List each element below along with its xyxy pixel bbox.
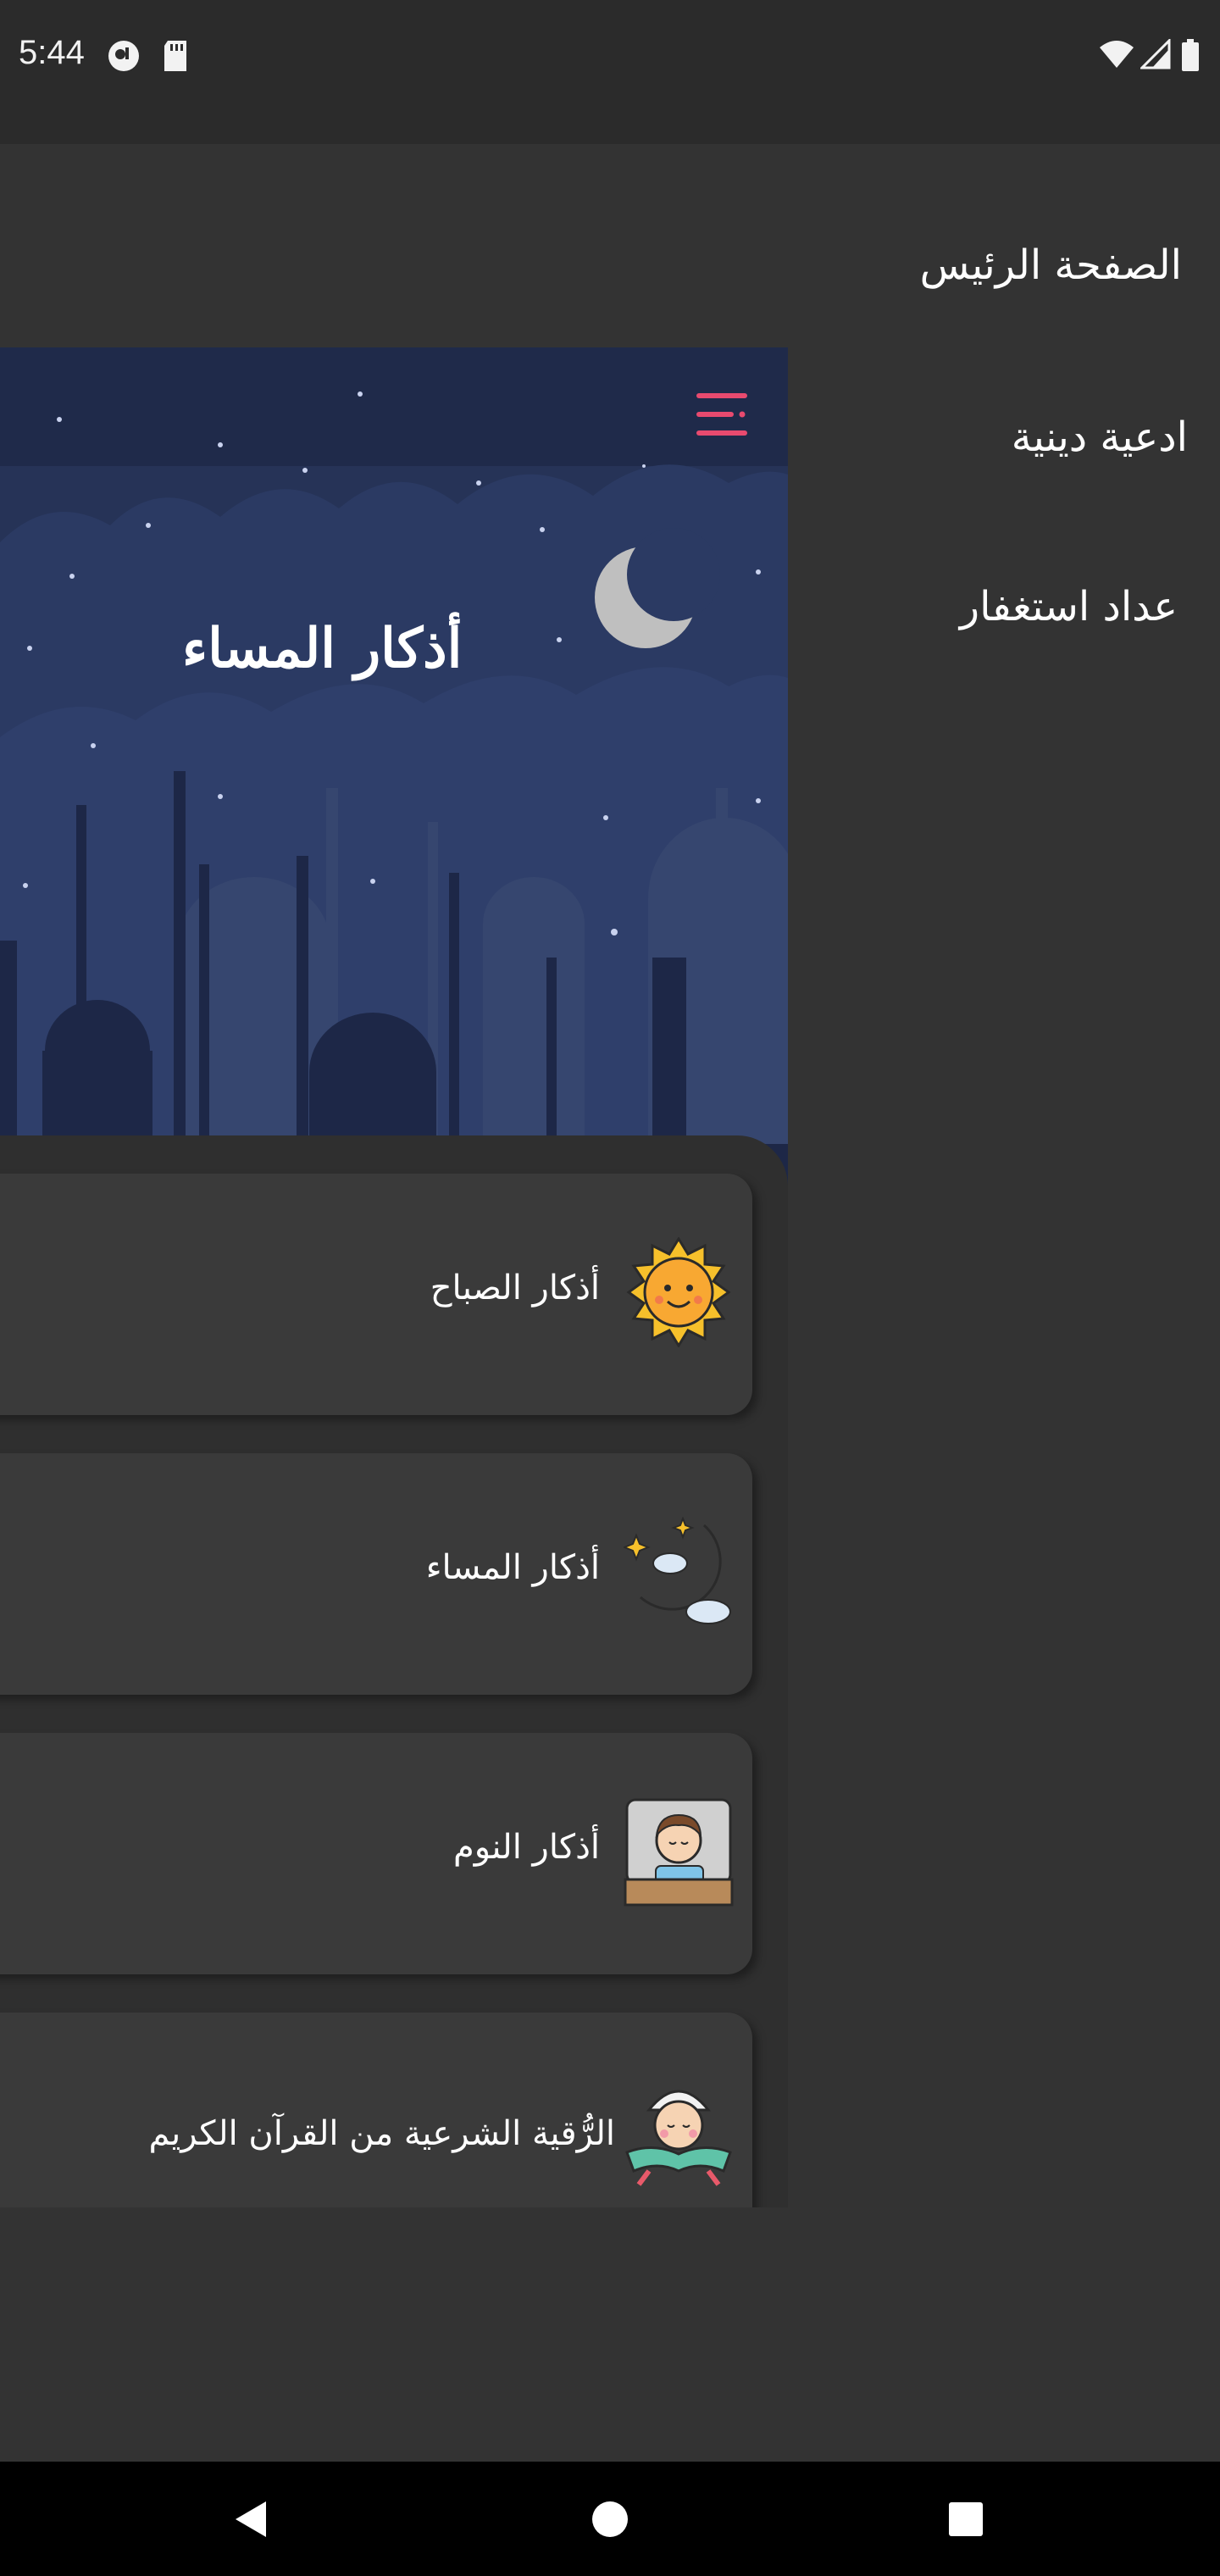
back-button[interactable] [201,2462,302,2576]
hero-title: أذكار المساء [182,617,463,680]
home-button[interactable] [559,2462,661,2576]
sun-icon [624,1236,734,1348]
hero-banner: أذكار المساء [0,347,788,1186]
app-notification-icon [107,39,141,76]
system-navigation-bar [0,2462,1220,2576]
wifi-icon [1098,39,1135,73]
main-content-panel[interactable]: أذكار المساء أذكار الصباح أذكار المساء أ… [0,347,788,2207]
menu-item-religious-prayers[interactable]: ادعية دينية [1012,414,1188,461]
card-label: أذكار الصباح [430,1269,600,1307]
card-label: أذكار المساء [425,1548,600,1587]
list-item-evening-azkar[interactable]: أذكار المساء [0,1453,752,1695]
menu-hamburger-icon[interactable] [688,386,756,446]
signal-icon [1139,37,1171,73]
list-item-sleep-azkar[interactable]: أذكار النوم [0,1733,752,1974]
battery-icon [1181,39,1200,75]
quran-reader-icon [624,2076,734,2186]
list-item-morning-azkar[interactable]: أذكار الصباح [0,1174,752,1415]
moon-icon [622,1516,734,1627]
card-label: أذكار النوم [453,1828,600,1867]
menu-item-home[interactable]: الصفحة الرئيس [920,242,1182,289]
sd-card-icon [161,39,190,76]
status-bar: 5:44 [0,0,1220,144]
recents-button[interactable] [915,2462,1017,2576]
night-mosque-illustration [0,347,788,1186]
list-item-ruqyah[interactable]: الرُّقية الشرعية من القرآن الكريم [0,2012,752,2207]
status-time: 5:44 [19,34,85,71]
sleeping-person-icon [624,1796,734,1907]
azkar-list: أذكار الصباح أذكار المساء أذكار النوم ال… [0,1135,788,2207]
menu-item-istighfar-counter[interactable]: عداد استغفار [960,583,1178,630]
card-label: الرُّقية الشرعية من القرآن الكريم [148,2114,616,2153]
